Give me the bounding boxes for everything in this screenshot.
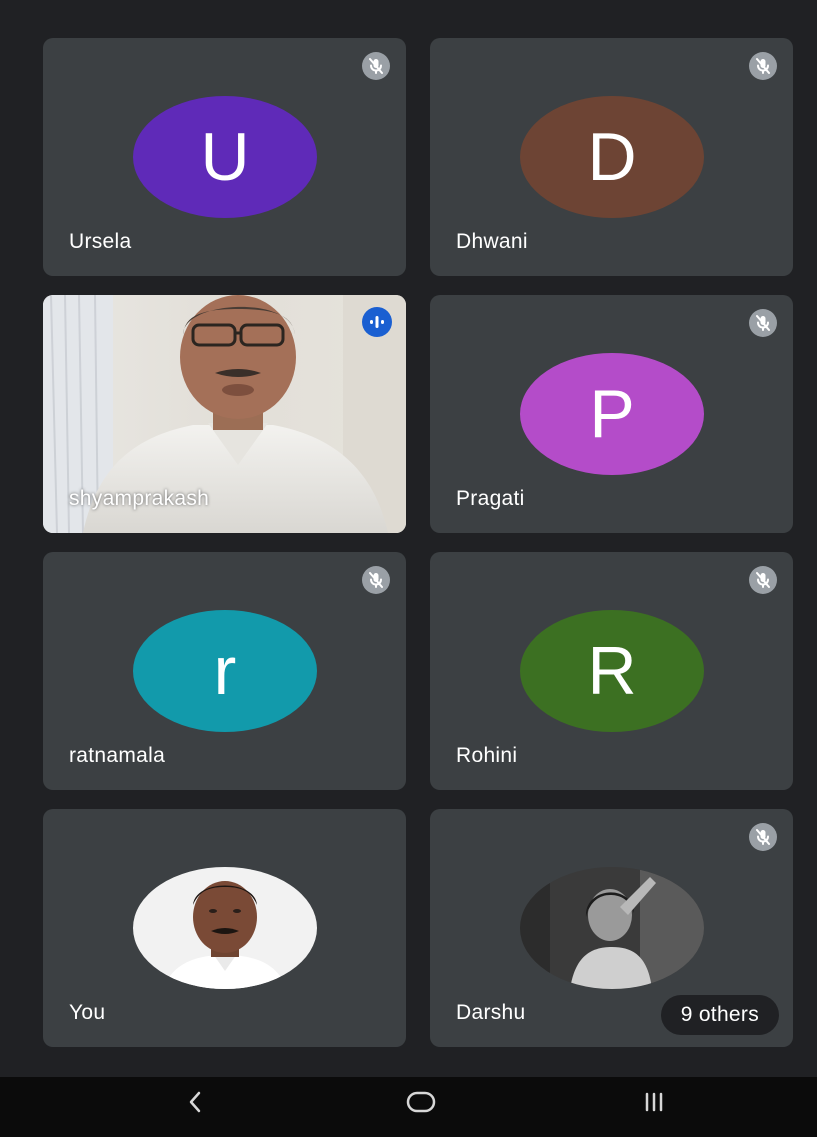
participant-name: shyamprakash xyxy=(69,487,210,510)
mic-off-icon xyxy=(749,823,777,851)
others-count-button[interactable]: 9 others xyxy=(660,995,779,1035)
back-button[interactable] xyxy=(165,1087,225,1127)
avatar-initial: r xyxy=(133,610,317,732)
participant-name: ratnamala xyxy=(69,744,166,767)
avatar-initial: P xyxy=(520,353,704,475)
participant-name: Ursela xyxy=(69,230,132,253)
meeting-grid-screen: U Ursela D Dhwani shyamprakash P Pragati… xyxy=(0,0,817,1137)
mic-off-icon xyxy=(749,566,777,594)
participant-tile-you[interactable]: You xyxy=(43,809,406,1047)
avatar-initial: R xyxy=(520,610,704,732)
participant-tile-darshu[interactable]: Darshu 9 others xyxy=(430,809,793,1047)
participant-name: Rohini xyxy=(456,744,518,767)
mic-off-icon xyxy=(362,566,390,594)
participant-name: Dhwani xyxy=(456,230,528,253)
mic-off-icon xyxy=(362,52,390,80)
back-icon xyxy=(189,1091,201,1113)
participant-tile-pragati[interactable]: P Pragati xyxy=(430,295,793,533)
audio-level-icon xyxy=(362,307,392,337)
system-nav-bar xyxy=(0,1077,817,1137)
participant-tile-rohini[interactable]: R Rohini xyxy=(430,552,793,790)
home-icon xyxy=(406,1091,436,1113)
avatar-photo xyxy=(133,867,317,989)
participant-tile-ursela[interactable]: U Ursela xyxy=(43,38,406,276)
participant-tile-ratnamala[interactable]: r ratnamala xyxy=(43,552,406,790)
participant-tile-shyamprakash[interactable]: shyamprakash xyxy=(43,295,406,533)
mic-off-icon xyxy=(749,309,777,337)
participant-tile-dhwani[interactable]: D Dhwani xyxy=(430,38,793,276)
participant-name: You xyxy=(69,1001,106,1024)
participant-name: Pragati xyxy=(456,487,525,510)
avatar-initial: D xyxy=(520,96,704,218)
participant-name: Darshu xyxy=(456,1001,526,1024)
mic-off-icon xyxy=(749,52,777,80)
recents-icon xyxy=(645,1092,663,1112)
avatar-initial: U xyxy=(133,96,317,218)
home-button[interactable] xyxy=(391,1087,451,1127)
avatar-photo xyxy=(520,867,704,989)
recents-button[interactable] xyxy=(624,1087,684,1127)
